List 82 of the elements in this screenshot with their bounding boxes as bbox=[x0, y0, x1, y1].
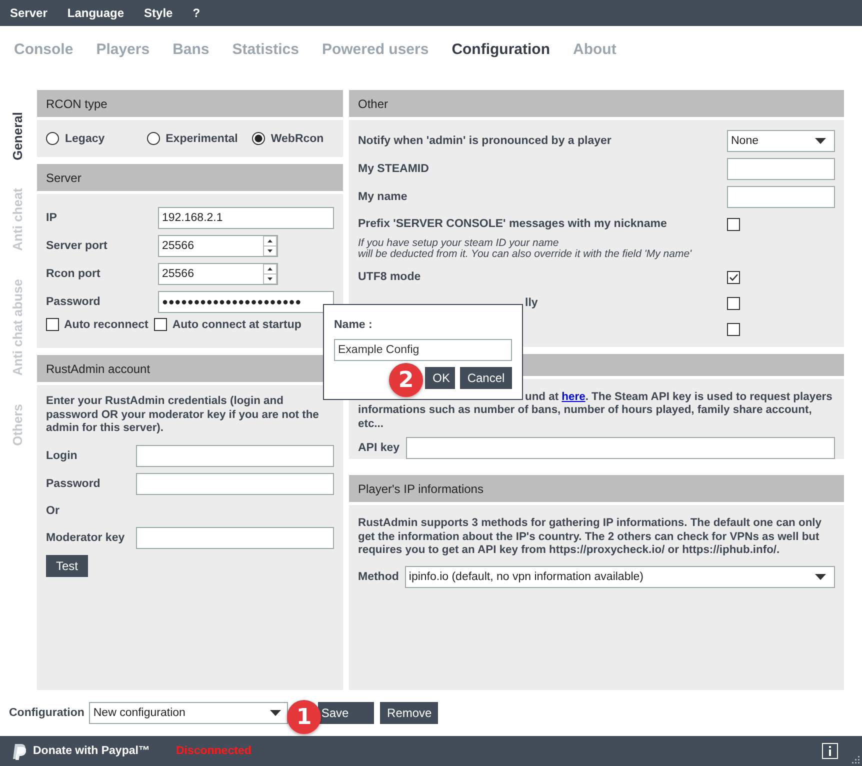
dropdown[interactable]: New configuration bbox=[89, 702, 288, 724]
menu-item[interactable]: Style bbox=[144, 6, 173, 20]
input-field[interactable] bbox=[727, 158, 835, 180]
step-badge: 1 bbox=[287, 700, 321, 734]
dropdown-value: None bbox=[731, 135, 758, 147]
cancel-button[interactable]: Cancel bbox=[460, 367, 512, 389]
option-label: My STEAMID bbox=[358, 163, 429, 175]
field-label: IP bbox=[46, 212, 58, 224]
section-title: RustAdmin account bbox=[46, 362, 150, 376]
input-field[interactable] bbox=[136, 526, 334, 548]
option-label: lly bbox=[524, 297, 538, 309]
checkbox-label: Auto reconnect bbox=[64, 318, 148, 330]
remove-button[interactable]: Remove bbox=[380, 702, 438, 724]
ok-button[interactable]: OK bbox=[425, 367, 455, 389]
radio-label: Experimental bbox=[166, 132, 238, 144]
logo-icon[interactable] bbox=[12, 742, 26, 760]
dropdown-value: New configuration bbox=[93, 707, 186, 719]
checkbox-label: Auto connect at startup bbox=[172, 318, 302, 330]
field-value: 25566 bbox=[162, 268, 194, 280]
donate-link[interactable]: Donate with Paypal™ bbox=[33, 745, 150, 757]
section-title: Server bbox=[46, 170, 82, 184]
field-label: API key bbox=[358, 442, 400, 454]
dropdown[interactable]: None bbox=[727, 130, 835, 152]
checkbox[interactable] bbox=[727, 296, 740, 310]
resize-grip-icon[interactable] bbox=[852, 756, 860, 764]
menu-item[interactable]: ? bbox=[192, 6, 200, 20]
field-label: Rcon port bbox=[46, 268, 102, 280]
info-icon[interactable] bbox=[822, 743, 838, 759]
field-label: Moderator key bbox=[46, 532, 126, 544]
option-label: My name bbox=[358, 191, 408, 203]
option-label: UTF8 mode bbox=[358, 271, 421, 283]
password-field[interactable]: ●●●●●●●●●●●●●●●●●●●●●● bbox=[158, 291, 334, 313]
option-label: Notify when 'admin' is pronounced by a player bbox=[358, 135, 612, 147]
here-link[interactable]: here bbox=[562, 390, 586, 402]
checkbox[interactable] bbox=[727, 322, 740, 336]
description-text: RustAdmin supports 3 methods for gathering IP informations. The default one can only get the information about the IP's country. The 2 others can check for VPNs as well but requires you to get an API key from https://proxycheck.io/ or https://iphub.info/. bbox=[358, 517, 822, 558]
spin-field[interactable]: 25566 bbox=[158, 263, 278, 285]
dropdown[interactable]: ipinfo.io (default, no vpn information available) bbox=[404, 566, 835, 588]
input-field[interactable] bbox=[136, 472, 334, 494]
spin-field[interactable]: 25566 bbox=[158, 235, 278, 257]
checkbox[interactable] bbox=[727, 270, 740, 284]
option-label: Prefix 'SERVER CONSOLE' messages with my nickname bbox=[358, 218, 667, 230]
field-label: Password bbox=[46, 296, 102, 308]
menu-item[interactable]: Language bbox=[67, 6, 124, 20]
menu-item[interactable]: Server bbox=[10, 6, 48, 20]
spin-arrows-icon[interactable] bbox=[263, 264, 277, 284]
name-field[interactable]: Example Config bbox=[334, 339, 512, 361]
field-label: Method bbox=[358, 570, 399, 582]
configuration-label: Configuration bbox=[9, 707, 84, 719]
checkbox[interactable] bbox=[46, 318, 59, 331]
input-field[interactable]: 192.168.2.1 bbox=[158, 207, 334, 229]
test-button[interactable]: Test bbox=[46, 554, 88, 576]
radio-button[interactable] bbox=[252, 132, 265, 145]
dropdown-value: ipinfo.io (default, no vpn information available) bbox=[408, 570, 644, 582]
name-label: Name : bbox=[334, 319, 374, 331]
input-field[interactable] bbox=[406, 437, 835, 459]
tab[interactable]: Configuration bbox=[452, 41, 574, 58]
radio-button[interactable] bbox=[146, 132, 160, 145]
section-title: Player's IP informations bbox=[358, 482, 484, 496]
input-field[interactable] bbox=[136, 444, 334, 466]
field-label: Login bbox=[46, 450, 78, 462]
side-tab[interactable]: General bbox=[10, 112, 28, 160]
spin-arrows-icon[interactable] bbox=[263, 236, 277, 256]
radio-label: WebRcon bbox=[270, 132, 324, 144]
dropdown-caret-icon bbox=[270, 710, 282, 716]
section-title: RCON type bbox=[46, 96, 108, 110]
hint-text: If you have setup your steam ID your name will be deducted from it. You can also override it with the field 'My name' bbox=[358, 238, 693, 260]
field-label: Password bbox=[46, 478, 102, 490]
radio-button[interactable] bbox=[46, 132, 59, 145]
description-text: Enter your RustAdmin credentials (login and password OR your moderator key if you are not the admin for this server). bbox=[46, 395, 320, 436]
field-value: 25566 bbox=[162, 240, 194, 252]
connection-status: Disconnected bbox=[176, 745, 252, 757]
field-label: Server port bbox=[46, 240, 108, 252]
or-label: Or bbox=[46, 504, 60, 518]
radio-label: Legacy bbox=[65, 132, 105, 144]
dropdown-caret-icon bbox=[815, 574, 826, 580]
input-field[interactable] bbox=[727, 186, 835, 208]
section-title: Other bbox=[358, 96, 388, 110]
checkbox[interactable] bbox=[727, 218, 740, 230]
dropdown-caret-icon bbox=[815, 138, 826, 144]
checkbox[interactable] bbox=[154, 318, 168, 331]
save-button[interactable]: Save bbox=[318, 702, 374, 724]
